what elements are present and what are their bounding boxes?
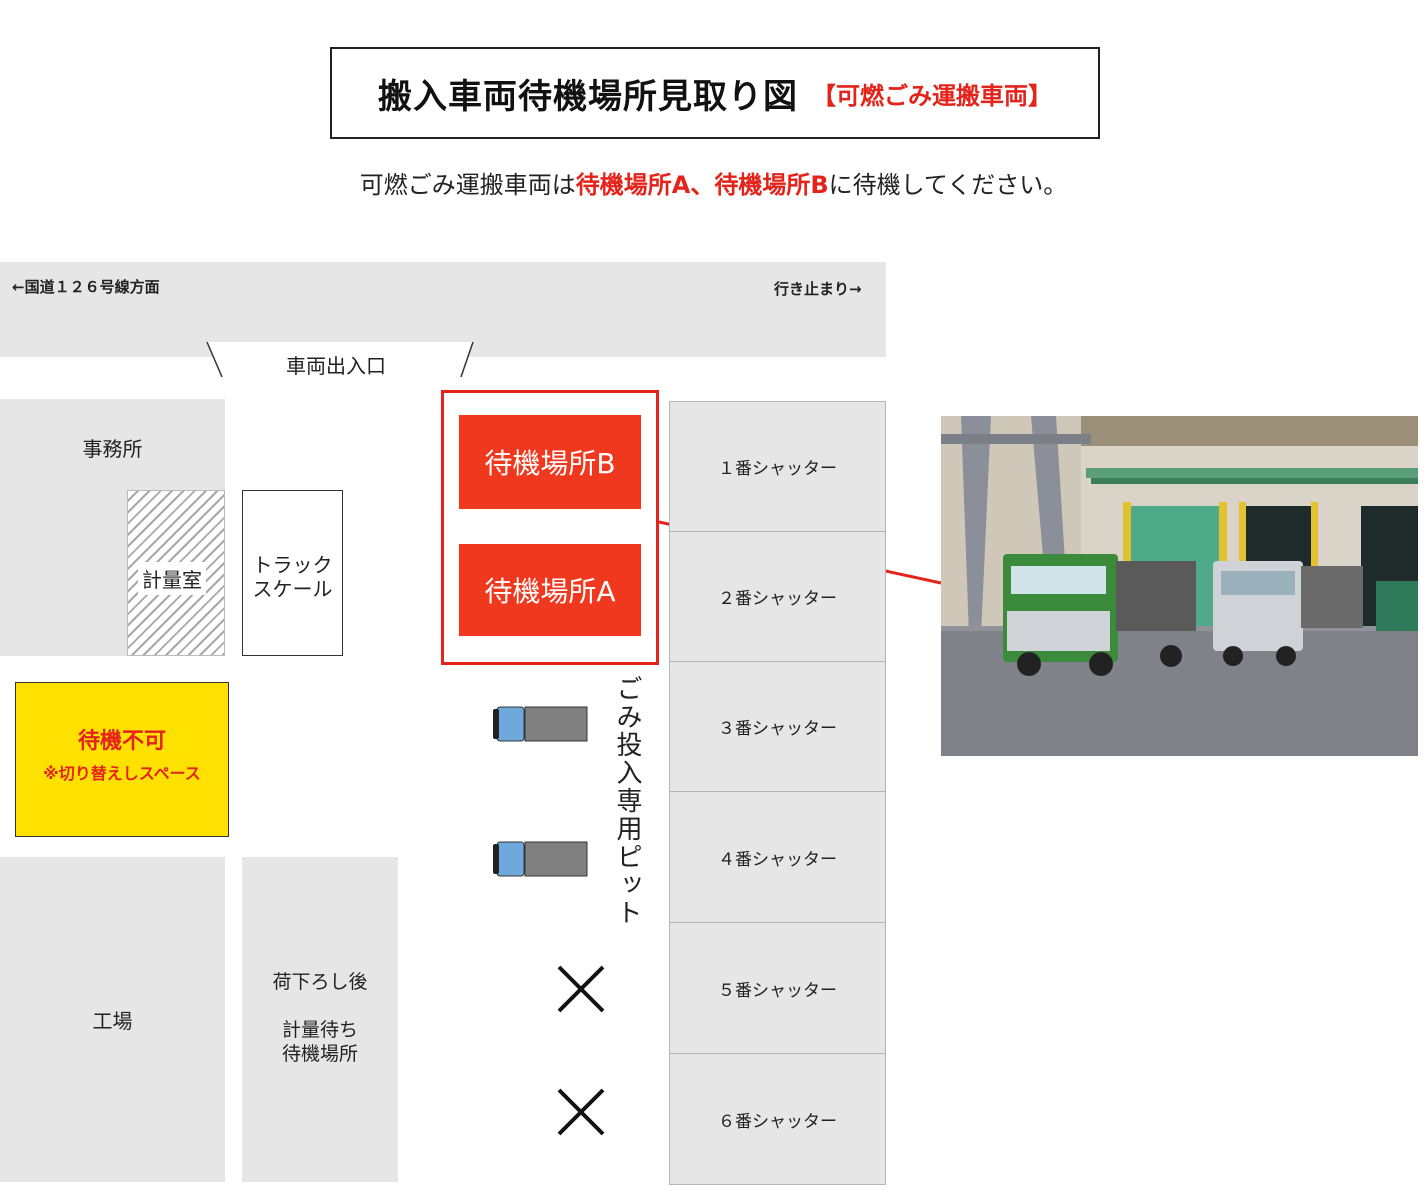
unload-label-line1: 荷下ろし後: [272, 971, 368, 993]
shutter-4: ４番シャッター: [669, 791, 886, 923]
no-wait-title: 待機不可: [77, 729, 166, 754]
no-entry-x-icon: [557, 1088, 605, 1136]
shutter-2: ２番シャッター: [669, 531, 886, 662]
factory-label: 工場: [92, 1009, 133, 1033]
shutter-3: ３番シャッター: [669, 661, 886, 792]
post-unload-waiting-area: 荷下ろし後 計量待ち 待機場所: [242, 857, 398, 1182]
waiting-area-a: 待機場所A: [459, 544, 641, 636]
gate-label: 車両出入口: [286, 354, 386, 378]
office-label: 事務所: [82, 437, 143, 461]
shutter-1: １番シャッター: [669, 401, 886, 532]
truck-icon: [493, 841, 588, 877]
unload-label-line2: 計量待ち: [281, 1019, 358, 1041]
no-wait-zone: 待機不可 ※切り替えしスペース: [15, 682, 229, 837]
no-wait-note: ※切り替えしスペース: [43, 764, 201, 783]
waiting-area-b: 待機場所B: [459, 415, 641, 509]
weigh-room-label: 計量室: [138, 562, 206, 595]
factory-building: 工場: [0, 857, 225, 1182]
pit-label: ごみ投入専用ピット: [612, 675, 642, 927]
no-entry-x-icon: [557, 965, 605, 1013]
shutter-5: ５番シャッター: [669, 922, 886, 1054]
unload-label-line3: 待機場所: [281, 1043, 358, 1065]
truck-scale-label-line2: スケール: [252, 577, 333, 601]
truck-scale: トラック スケール: [242, 490, 343, 656]
site-photo: [941, 416, 1418, 756]
truck-icon: [493, 706, 588, 742]
shutter-6: ６番シャッター: [669, 1053, 886, 1185]
